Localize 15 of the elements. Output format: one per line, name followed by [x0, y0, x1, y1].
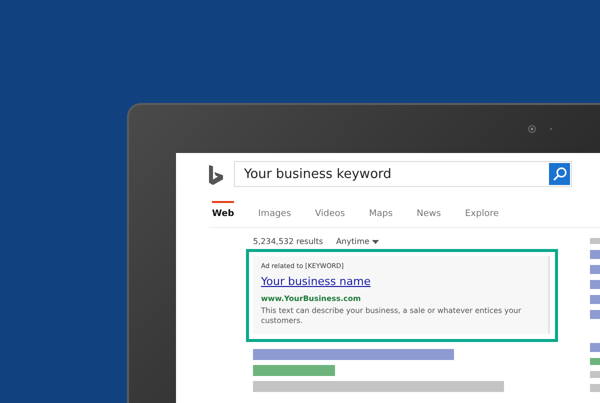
caret-icon: [372, 240, 380, 244]
result-count: 5,234,532 results: [253, 237, 324, 246]
search-tab[interactable]: Videos: [315, 201, 345, 227]
camera-icon: [528, 125, 554, 133]
ad-title-link[interactable]: Your business name: [261, 275, 540, 288]
logo-icon: [209, 165, 223, 185]
search-tab[interactable]: News: [416, 201, 441, 227]
search-field[interactable]: Your business keyword: [234, 161, 572, 187]
time-filter-dropdown[interactable]: Anytime: [336, 237, 380, 246]
search-button[interactable]: [549, 163, 570, 185]
search-icon: [552, 167, 566, 181]
search-tab[interactable]: Images: [258, 201, 292, 227]
search-tab[interactable]: Explore: [464, 201, 499, 227]
search-tab[interactable]: Maps: [368, 201, 393, 227]
search-tab[interactable]: Web: [212, 201, 234, 227]
